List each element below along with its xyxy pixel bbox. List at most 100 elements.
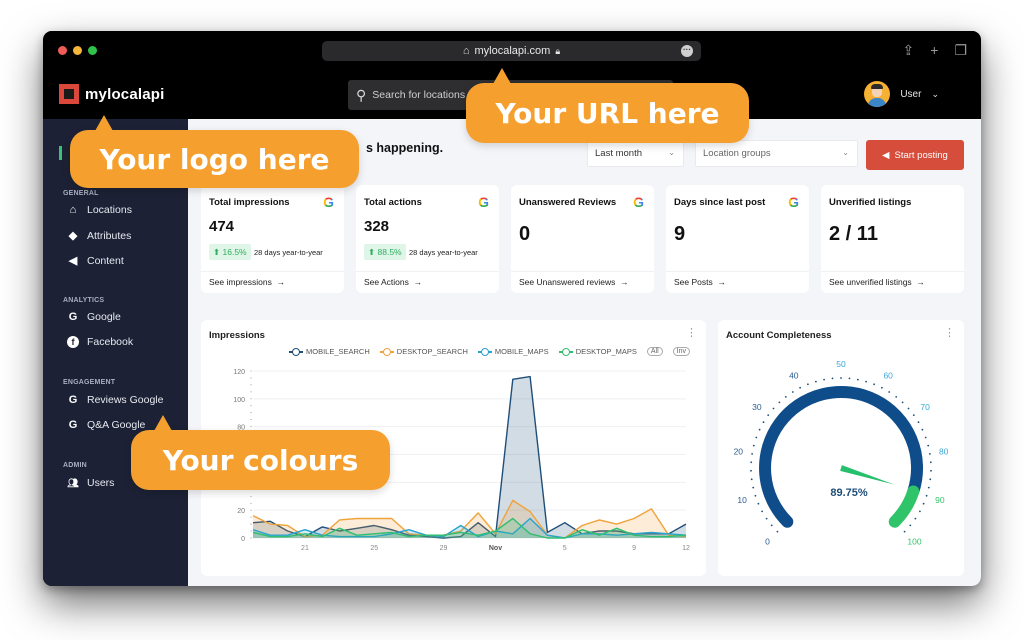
see-posts-link[interactable]: See Posts → <box>666 271 809 292</box>
logo-mark-icon <box>59 84 79 104</box>
gauge-tick-label: 50 <box>836 359 846 369</box>
chevron-down-icon: ⌄ <box>668 148 675 157</box>
sidebar-item-qa-google[interactable]: G Q&A Google <box>67 419 146 431</box>
gauge-tick <box>888 391 891 393</box>
gauge-tick <box>750 469 752 472</box>
google-icon: G <box>788 194 799 210</box>
sidebar-item-label: Reviews Google <box>87 394 164 406</box>
chevron-down-icon: ⌄ <box>931 88 939 99</box>
gauge-tick-label: 70 <box>920 402 930 412</box>
user-menu[interactable]: User ⌄ <box>864 81 939 107</box>
gauge-tick <box>922 502 925 505</box>
window-controls <box>58 46 97 55</box>
location-groups-select[interactable]: Location groups ⌄ <box>695 140 858 167</box>
gauge-tick <box>930 469 932 472</box>
gauge-tick <box>848 377 851 380</box>
gauge-tick <box>907 407 910 410</box>
browser-chrome: ⌂ mylocalapi.com 🔒︎ ··· ⇪ + ❐ <box>43 31 981 71</box>
gauge-tick-label: 40 <box>789 370 799 380</box>
google-icon: G <box>633 194 644 210</box>
period-select[interactable]: Last month ⌄ <box>587 140 684 167</box>
arrow-up-icon: ⬆︎ <box>368 246 376 257</box>
see-impressions-link[interactable]: See impressions → <box>201 271 344 292</box>
delta-value: 88.5% <box>377 247 402 257</box>
maximize-window-button[interactable] <box>88 46 97 55</box>
card-value: 474 <box>209 218 235 235</box>
gauge-tick <box>754 494 757 497</box>
kpi-card-total-actions: Total actions G 328 ⬆︎ 88.5% 28 days yea… <box>356 185 499 293</box>
chevron-down-icon: ⌄ <box>842 148 849 157</box>
gauge-band <box>888 485 920 528</box>
sidebar-item-users[interactable]: 👥︎ Users <box>67 477 114 489</box>
megaphone-icon: ◀ <box>68 255 78 267</box>
new-tab-icon[interactable]: + <box>930 42 938 59</box>
close-window-button[interactable] <box>58 46 67 55</box>
gauge-tick <box>772 407 775 410</box>
link-label: See impressions <box>209 277 272 287</box>
see-actions-link[interactable]: See Actions → <box>356 271 499 292</box>
search-placeholder: Search for locations <box>372 89 466 101</box>
gauge-tick <box>917 421 920 424</box>
gauge-tick <box>921 428 924 431</box>
stage: ⌂ mylocalapi.com 🔒︎ ··· ⇪ + ❐ mylocalapi… <box>0 0 1024 640</box>
sidebar-item-locations[interactable]: ⌂ Locations <box>67 204 132 216</box>
start-posting-button[interactable]: ◀ Start posting <box>866 140 964 170</box>
gauge-tick <box>901 401 904 404</box>
card-period: 28 days year-to-year <box>254 248 323 257</box>
gauge-tick <box>755 436 758 439</box>
tabs-overview-icon[interactable]: ❐ <box>954 42 967 59</box>
arrow-right-icon: → <box>717 277 726 287</box>
kpi-card-unanswered-reviews: Unanswered Reviews G 0 See Unanswered re… <box>511 185 654 293</box>
sidebar-item-attributes[interactable]: ◆ Attributes <box>67 229 132 243</box>
share-icon[interactable]: ⇪ <box>903 42 915 59</box>
period-select-value: Last month <box>595 148 642 159</box>
arrow-right-icon: → <box>916 277 925 287</box>
kpi-card-days-since-last-post: Days since last post G 9 See Posts → <box>666 185 809 293</box>
gauge-tick <box>770 524 773 527</box>
gauge-tick-label: 60 <box>883 370 893 380</box>
main-content: s happening. Last month ⌄ Location group… <box>188 119 981 586</box>
url-text: mylocalapi.com <box>474 45 551 57</box>
more-options-icon[interactable]: ··· <box>681 45 693 57</box>
link-label: See unverified listings <box>829 277 912 287</box>
page-greeting: s happening. <box>366 141 444 155</box>
logo[interactable]: mylocalapi <box>59 84 165 104</box>
x-tick-label: 25 <box>370 545 378 552</box>
see-unverified-listings-link[interactable]: See unverified listings → <box>821 271 964 292</box>
gauge-tick <box>757 502 760 505</box>
address-bar[interactable]: ⌂ mylocalapi.com 🔒︎ ··· <box>322 41 701 61</box>
arrow-right-icon: → <box>413 277 423 287</box>
delta-badge: ⬆︎ 16.5% <box>209 244 251 260</box>
gauge-tick <box>751 453 753 455</box>
sidebar: GENERAL ⌂ Locations ◆ Attributes ◀ Conte… <box>43 119 188 586</box>
sidebar-section-general: GENERAL <box>63 190 99 197</box>
minimize-window-button[interactable] <box>73 46 82 55</box>
x-tick-label: 29 <box>440 545 448 552</box>
gauge-tick-label: 80 <box>939 447 949 457</box>
card-value: 9 <box>674 223 686 245</box>
gauge-tick <box>919 510 921 513</box>
card-title: Days since last post <box>674 197 766 208</box>
gauge-tick <box>873 383 875 386</box>
sidebar-item-reviews-google[interactable]: G Reviews Google <box>67 394 164 406</box>
completeness-gauge: 0 10 20 30 40 50 60 70 80 90 100 89.75% <box>734 359 949 547</box>
gauge-tick <box>776 530 779 533</box>
delta-badge: ⬆︎ 88.5% <box>364 244 406 260</box>
sidebar-item-google[interactable]: G Google <box>67 311 121 323</box>
gauge-tick <box>929 478 932 481</box>
see-unanswered-reviews-link[interactable]: See Unanswered reviews → <box>511 271 654 292</box>
gauge-tick <box>840 377 842 379</box>
gauge-tick <box>761 510 763 513</box>
gauge-tick <box>927 444 930 447</box>
sidebar-item-facebook[interactable]: f Facebook <box>67 336 133 348</box>
sidebar-section-admin: ADMIN <box>63 462 87 469</box>
users-icon: 👥︎ <box>67 477 79 488</box>
gauge-tick <box>929 461 932 464</box>
start-posting-label: Start posting <box>894 149 948 161</box>
sidebar-item-content[interactable]: ◀ Content <box>67 254 124 268</box>
search-icon: ⚲ <box>356 86 367 103</box>
gauge-tick <box>925 494 928 497</box>
gauge-tick <box>767 414 770 416</box>
gauge-tick <box>881 386 883 389</box>
gauge-tick-label: 30 <box>752 402 762 412</box>
